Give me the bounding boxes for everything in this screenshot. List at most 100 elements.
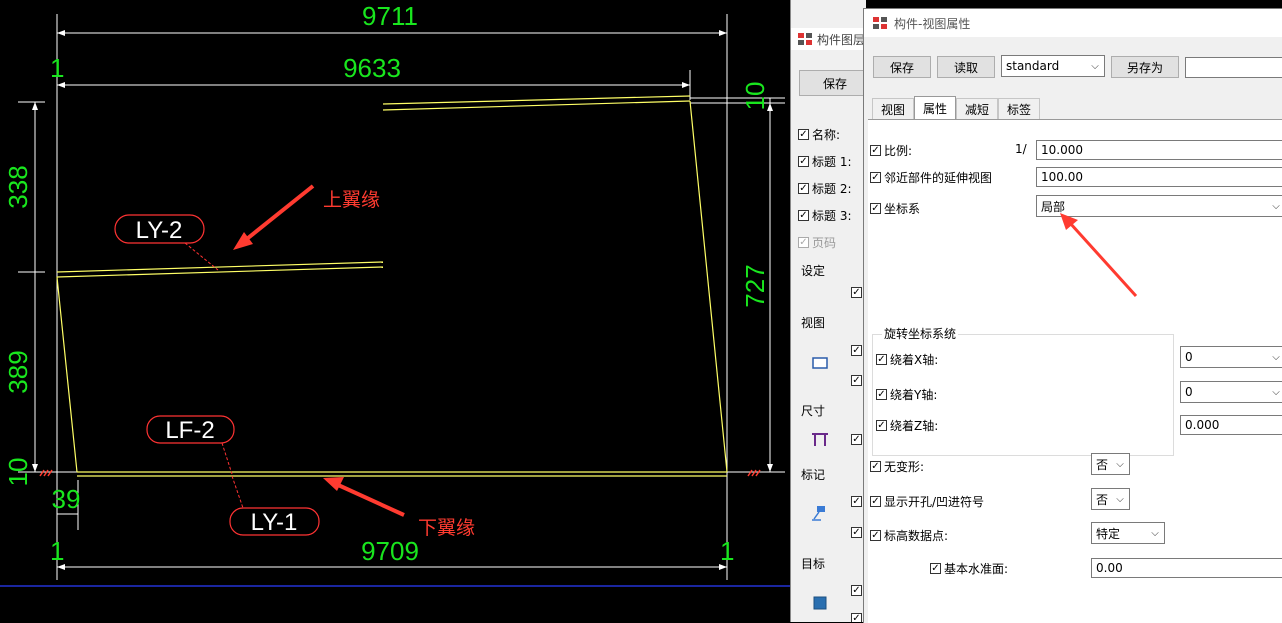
base-level-input[interactable]: 0.00 [1091, 558, 1282, 578]
chevron-down-icon: ⌵ [1116, 458, 1124, 470]
mark-checkbox-2[interactable]: ✓ [851, 527, 862, 538]
dim-tick-left-bottom: 1 [50, 536, 64, 566]
scale-input[interactable]: 10.000 [1036, 140, 1282, 160]
view-checkbox-1[interactable]: ✓ [851, 345, 862, 356]
rot-x-row: ✓ 绕着X轴: [876, 353, 939, 367]
chevron-down-icon: ⌵ [1272, 351, 1280, 363]
section-dimension: 尺寸 [801, 404, 826, 418]
target-checkbox-1[interactable]: ✓ [851, 585, 862, 596]
dim-left-top: 338 [3, 165, 33, 208]
extension-row: ✓ 邻近部件的延伸视图 [870, 171, 993, 185]
dimension-checkbox[interactable]: ✓ [851, 434, 862, 445]
app-icon [873, 17, 887, 29]
target-cube-icon[interactable] [811, 594, 829, 612]
title2-checkbox[interactable]: ✓ [798, 183, 809, 194]
arrow-upper-flange [233, 184, 315, 250]
weld-marks [39, 469, 761, 477]
rotate-group-label: 旋转坐标系统 [882, 325, 959, 342]
dim-right-main: 727 [740, 264, 770, 307]
settings-checkbox[interactable]: ✓ [851, 287, 862, 298]
view-frame-icon[interactable] [811, 354, 829, 372]
dim-tick-left-top: 1 [50, 53, 64, 83]
view-checkbox-2[interactable]: ✓ [851, 375, 862, 386]
tab-labels[interactable]: 标签 [998, 98, 1041, 120]
save-as-name-input[interactable] [1185, 57, 1282, 78]
arrow-coord-system [1060, 213, 1138, 298]
elevation-checkbox[interactable]: ✓ [870, 530, 881, 541]
chevron-down-icon: ⌵ [1116, 493, 1124, 505]
tag-ly1[interactable]: LY-1 [229, 475, 320, 536]
dim-bottom-small: 39 [52, 484, 81, 514]
rot-z-input[interactable]: 0.000 [1180, 415, 1282, 435]
app-icon [798, 33, 812, 45]
row-page-number: ✓ 页码 [798, 236, 837, 250]
dimension-arrows [32, 30, 773, 570]
attributes-panel: ✓ 比例: 1/ 10.000 ✓ 邻近部件的延伸视图 100.00 ✓ 坐标系… [868, 119, 1282, 623]
read-button[interactable]: 读取 [937, 56, 995, 78]
holes-row: ✓ 显示开孔/凹进符号 [870, 495, 985, 509]
dimension-lines [18, 14, 785, 580]
dialog-titlebar[interactable]: 构件-视图属性 [864, 9, 1282, 37]
save-button[interactable]: 保存 [873, 56, 931, 78]
title1-checkbox[interactable]: ✓ [798, 156, 809, 167]
elevation-row: ✓ 标高数据点: [870, 529, 949, 543]
cad-drawing-area[interactable]: 9711 9633 1 338 389 10 10 727 39 1 9709 … [0, 0, 790, 622]
layer-window-titlebar[interactable]: 构件图层 [791, 28, 866, 50]
annot-lower-flange: 下翼缘 [418, 517, 475, 539]
name-checkbox[interactable]: ✓ [798, 129, 809, 140]
holes-checkbox[interactable]: ✓ [870, 496, 881, 507]
save-as-button[interactable]: 另存为 [1111, 56, 1179, 78]
tag-lf2[interactable]: LF-2 [146, 415, 235, 475]
dim-left-bottom: 10 [3, 458, 33, 487]
layer-properties-window[interactable]: 构件图层 保存 ✓ 名称: ✓ 标题 1: ✓ 标题 2: ✓ 标题 3: ✓ … [790, 0, 866, 622]
extension-checkbox[interactable]: ✓ [870, 172, 881, 183]
part-view-properties-dialog[interactable]: 构件-视图属性 保存 读取 standard ⌵ 另存为 视图 属性 减短 标签… [863, 8, 1282, 623]
rot-z-checkbox[interactable]: ✓ [876, 420, 887, 431]
nodeform-row: ✓ 无变形: [870, 460, 925, 474]
layer-window-title: 构件图层 [817, 32, 866, 47]
row-name[interactable]: ✓ 名称: [798, 126, 840, 143]
elevation-select[interactable]: 特定 ⌵ [1091, 522, 1165, 544]
row-title1[interactable]: ✓ 标题 1: [798, 153, 852, 170]
scale-prefix: 1/ [1015, 142, 1027, 156]
row-title3[interactable]: ✓ 标题 3: [798, 207, 852, 224]
tag-ly2[interactable]: LY-2 [114, 214, 219, 271]
svg-text:LY-1: LY-1 [251, 509, 298, 536]
coord-checkbox[interactable]: ✓ [870, 203, 881, 214]
section-view: 视图 [801, 316, 826, 330]
dialog-title: 构件-视图属性 [894, 16, 971, 31]
tab-view[interactable]: 视图 [872, 98, 915, 120]
page-number-checkbox: ✓ [798, 236, 809, 248]
rot-x-select[interactable]: 0 ⌵ [1180, 346, 1282, 368]
preset-select[interactable]: standard ⌵ [1001, 55, 1105, 77]
rot-y-select[interactable]: 0 ⌵ [1180, 381, 1282, 403]
tab-shortening[interactable]: 减短 [956, 98, 999, 120]
chevron-down-icon: ⌵ [1091, 60, 1099, 72]
title3-checkbox[interactable]: ✓ [798, 210, 809, 221]
row-title2[interactable]: ✓ 标题 2: [798, 180, 852, 197]
rot-y-checkbox[interactable]: ✓ [876, 389, 887, 400]
target-checkbox-2[interactable]: ✓ [851, 613, 862, 622]
rot-x-checkbox[interactable]: ✓ [876, 354, 887, 365]
extension-input[interactable]: 100.00 [1036, 167, 1282, 187]
chevron-down-icon: ⌵ [1151, 527, 1159, 539]
scale-checkbox[interactable]: ✓ [870, 145, 881, 156]
rot-z-row: ✓ 绕着Z轴: [876, 419, 939, 433]
tab-bar: 视图 属性 减短 标签 [872, 96, 1041, 120]
dim-left-mid: 389 [3, 350, 33, 393]
rot-y-row: ✓ 绕着Y轴: [876, 388, 938, 402]
dimension-icon[interactable] [811, 430, 829, 448]
layer-save-button[interactable]: 保存 [799, 70, 866, 96]
nodeform-checkbox[interactable]: ✓ [870, 461, 881, 472]
holes-select[interactable]: 否 ⌵ [1091, 488, 1130, 510]
mark-checkbox-1[interactable]: ✓ [851, 496, 862, 507]
svg-text:LF-2: LF-2 [165, 417, 214, 444]
mark-icon[interactable] [811, 504, 829, 522]
scale-row: ✓ 比例: [870, 144, 913, 158]
base-level-checkbox[interactable]: ✓ [930, 563, 941, 574]
section-mark: 标记 [801, 468, 826, 482]
nodeform-select[interactable]: 否 ⌵ [1091, 453, 1130, 475]
base-level-row: ✓ 基本水准面: [930, 562, 1009, 576]
cad-canvas[interactable]: 9711 9633 1 338 389 10 10 727 39 1 9709 … [0, 0, 790, 622]
tab-attributes[interactable]: 属性 [914, 96, 957, 120]
